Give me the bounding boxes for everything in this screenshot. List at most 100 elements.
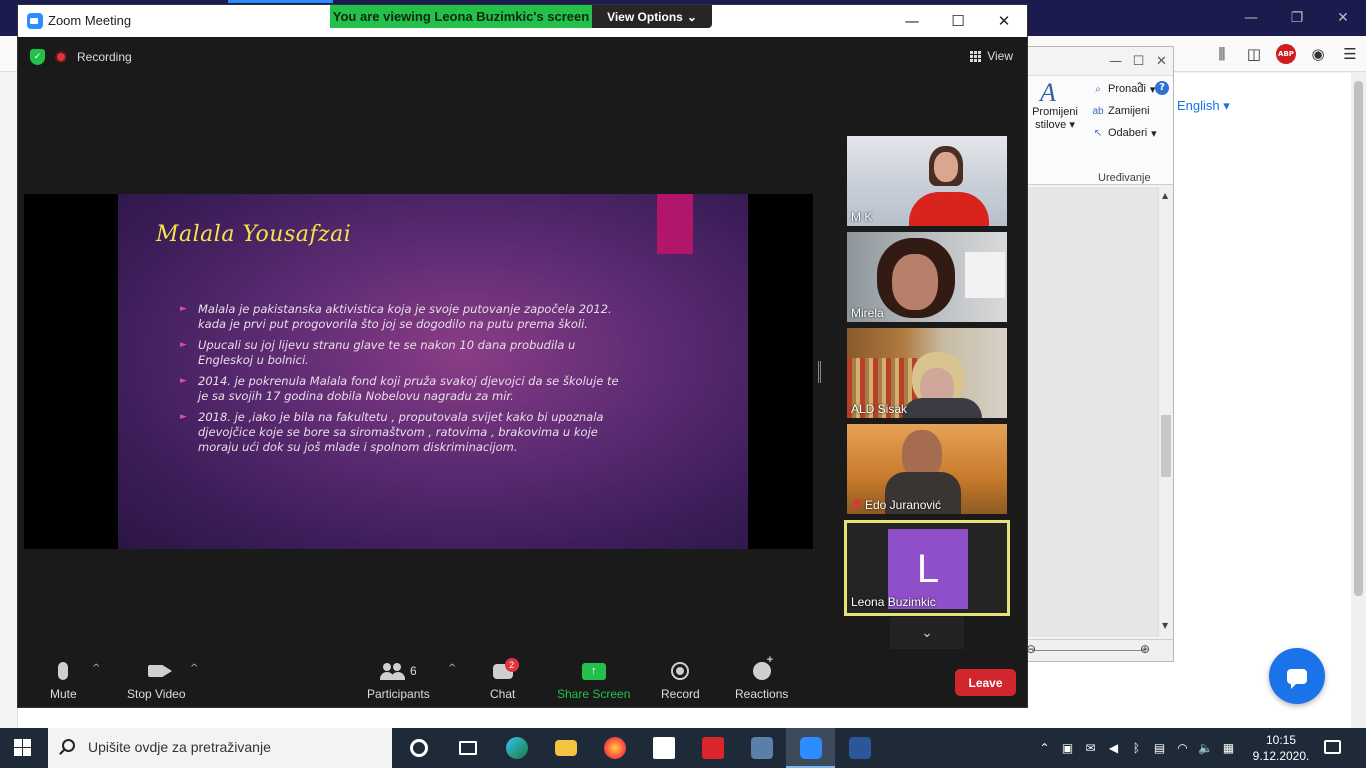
word-scrollbar[interactable]: ▲ ▼ [1158, 187, 1173, 637]
browser-toolbar-icons: ⫼ ◫ ABP ◉ ☰ [1212, 44, 1360, 64]
restore-icon[interactable]: ❐ [1274, 0, 1320, 36]
tray-app-icon[interactable]: ▣ [1059, 741, 1076, 755]
participant-name: ALD Sisak [851, 402, 908, 416]
video-options-caret-icon[interactable]: ^ [190, 663, 198, 674]
library-icon[interactable]: ⫼ [1212, 44, 1232, 64]
tray-app-icon[interactable]: ✉ [1082, 741, 1099, 755]
store-icon[interactable] [639, 728, 688, 768]
language-link[interactable]: English ▾ [1177, 98, 1230, 114]
antivirus-icon[interactable] [688, 728, 737, 768]
show-hidden-icons-icon[interactable]: ⌃ [1036, 741, 1053, 755]
encryption-shield-icon[interactable]: ✓ [30, 49, 45, 65]
view-options-button[interactable]: View Options ⌄ [592, 5, 712, 28]
change-styles-icon[interactable]: A [1040, 78, 1056, 108]
slide-bullet: 2014. je pokrenula Malala fond koji pruž… [180, 374, 630, 404]
volume-muted-icon[interactable]: ◀ [1105, 741, 1122, 755]
word-close-icon[interactable]: ✕ [1150, 54, 1173, 69]
recording-label[interactable]: Recording [77, 50, 132, 64]
gallery-next-page-button[interactable]: ⌄ [890, 617, 964, 649]
meeting-status-row: ✓ Recording [30, 49, 132, 65]
reactions-button[interactable]: Reactions [735, 654, 788, 701]
mute-button[interactable]: Mute [50, 659, 77, 701]
keyboard-icon[interactable]: ▦ [1220, 741, 1237, 755]
volume-icon[interactable]: 🔈 [1197, 741, 1214, 755]
chevron-down-icon: ⌄ [686, 9, 697, 24]
participants-icon [380, 662, 405, 680]
share-screen-button[interactable]: ↑ Share Screen [557, 659, 630, 701]
participants-count: 6 [410, 664, 417, 678]
replace-icon: ab [1092, 105, 1104, 117]
scroll-up-icon[interactable]: ▲ [1162, 191, 1168, 200]
tray-app-icon[interactable]: ▤ [1151, 741, 1168, 755]
participants-caret-icon[interactable]: ^ [448, 663, 456, 674]
task-view-icon[interactable] [443, 728, 492, 768]
slide-decoration [657, 194, 693, 254]
remote-desktop-icon[interactable] [737, 728, 786, 768]
background-window-controls: — ❐ ✕ [1228, 0, 1366, 36]
replace-button[interactable]: ab Zamijeni [1092, 100, 1157, 122]
scroll-down-icon[interactable]: ▼ [1162, 621, 1168, 630]
menu-icon[interactable]: ☰ [1340, 44, 1360, 64]
word-document-area[interactable] [1028, 187, 1158, 637]
view-button[interactable]: View [970, 49, 1013, 63]
sidebar-icon[interactable]: ◫ [1244, 44, 1264, 64]
bluetooth-icon[interactable]: ᛒ [1128, 741, 1145, 755]
slide-bullet: Malala je pakistanska aktivistica koja j… [180, 302, 630, 332]
zoom-in-icon[interactable]: ⊕ [1140, 642, 1150, 656]
account-icon[interactable]: ◉ [1308, 44, 1328, 64]
participant-video-tile[interactable]: Mirela [847, 232, 1007, 322]
leave-button[interactable]: Leave [955, 669, 1016, 696]
chat-bubble-icon [1287, 668, 1307, 689]
edge-icon[interactable] [492, 728, 541, 768]
notifications-icon[interactable] [1324, 740, 1341, 754]
chevron-down-icon: ⌄ [921, 625, 933, 641]
word-window: — ☐ ✕ ⌃ ? A Promijeni stilove ▾ ⌕ Pronađi… [1026, 46, 1174, 662]
participants-button[interactable]: 6 Participants [367, 659, 430, 701]
windows-start-icon[interactable] [14, 739, 31, 756]
record-button[interactable]: Record [661, 659, 700, 701]
wifi-icon[interactable]: ◠ [1174, 741, 1191, 755]
cortana-icon[interactable] [394, 728, 443, 768]
zoom-maximize-icon[interactable]: ☐ [935, 5, 981, 37]
editing-group: ⌕ Pronađi ▾ ab Zamijeni ↖ Odaberi ▾ [1092, 78, 1157, 144]
taskbar-clock[interactable]: 10:15 9.12.2020. [1252, 732, 1310, 764]
find-button[interactable]: ⌕ Pronađi ▾ [1092, 78, 1157, 100]
firefox-icon[interactable] [590, 728, 639, 768]
participant-video-tile[interactable]: M K [847, 136, 1007, 226]
meeting-toolbar: Mute ^ Stop Video ^ 6 Participants ^ 2 C… [18, 653, 1027, 707]
panel-splitter-handle[interactable] [818, 361, 821, 383]
zoom-taskbar-icon[interactable] [786, 728, 835, 768]
stop-video-button[interactable]: Stop Video [127, 659, 186, 701]
taskbar-search[interactable]: Upišite ovdje za pretraživanje [48, 728, 392, 768]
share-screen-icon: ↑ [581, 662, 606, 680]
change-styles-button[interactable]: Promijeni stilove ▾ [1030, 106, 1080, 132]
chat-icon: 2 [492, 657, 519, 679]
word-minimize-icon[interactable]: — [1104, 54, 1127, 69]
participant-name: Edo Juranović [851, 498, 941, 512]
minimize-icon[interactable]: — [1228, 0, 1274, 36]
word-ribbon: ⌃ ? A Promijeni stilove ▾ ⌕ Pronađi ▾ ab Z… [1028, 75, 1173, 185]
word-maximize-icon[interactable]: ☐ [1127, 54, 1150, 69]
active-speaker-tile[interactable]: L Leona Buzimkic [844, 520, 1010, 616]
microphone-icon [58, 662, 69, 680]
windows-taskbar: Upišite ovdje za pretraživanje ⌃ ▣ ✉ ◀ ᛒ… [0, 728, 1366, 768]
word-zoom-bar: ⊖ ⊕ [1026, 639, 1173, 661]
select-button[interactable]: ↖ Odaberi ▾ [1092, 122, 1157, 144]
chat-button[interactable]: 2 Chat [490, 657, 519, 701]
close-icon[interactable]: ✕ [1320, 0, 1366, 36]
file-explorer-icon[interactable] [541, 728, 590, 768]
participant-video-tile[interactable]: Edo Juranović [847, 424, 1007, 514]
audio-options-caret-icon[interactable]: ^ [92, 663, 100, 674]
zoom-minimize-icon[interactable]: — [889, 5, 935, 37]
adblock-icon[interactable]: ABP [1276, 44, 1296, 64]
page-scrollbar[interactable] [1351, 73, 1366, 728]
word-taskbar-icon[interactable] [835, 728, 884, 768]
editing-group-label: Uređivanje [1098, 172, 1151, 184]
zoom-meeting-window: Zoom Meeting — ☐ ✕ You are viewing Leona… [17, 4, 1028, 708]
shared-screen[interactable]: Malala Yousafzai Malala je pakistanska a… [24, 194, 813, 549]
participant-video-tile[interactable]: ALD Sisak [847, 328, 1007, 418]
help-icon[interactable]: ? [1155, 81, 1169, 95]
support-chat-button[interactable] [1269, 648, 1325, 704]
video-camera-icon [148, 665, 173, 677]
zoom-close-icon[interactable]: ✕ [981, 5, 1027, 37]
